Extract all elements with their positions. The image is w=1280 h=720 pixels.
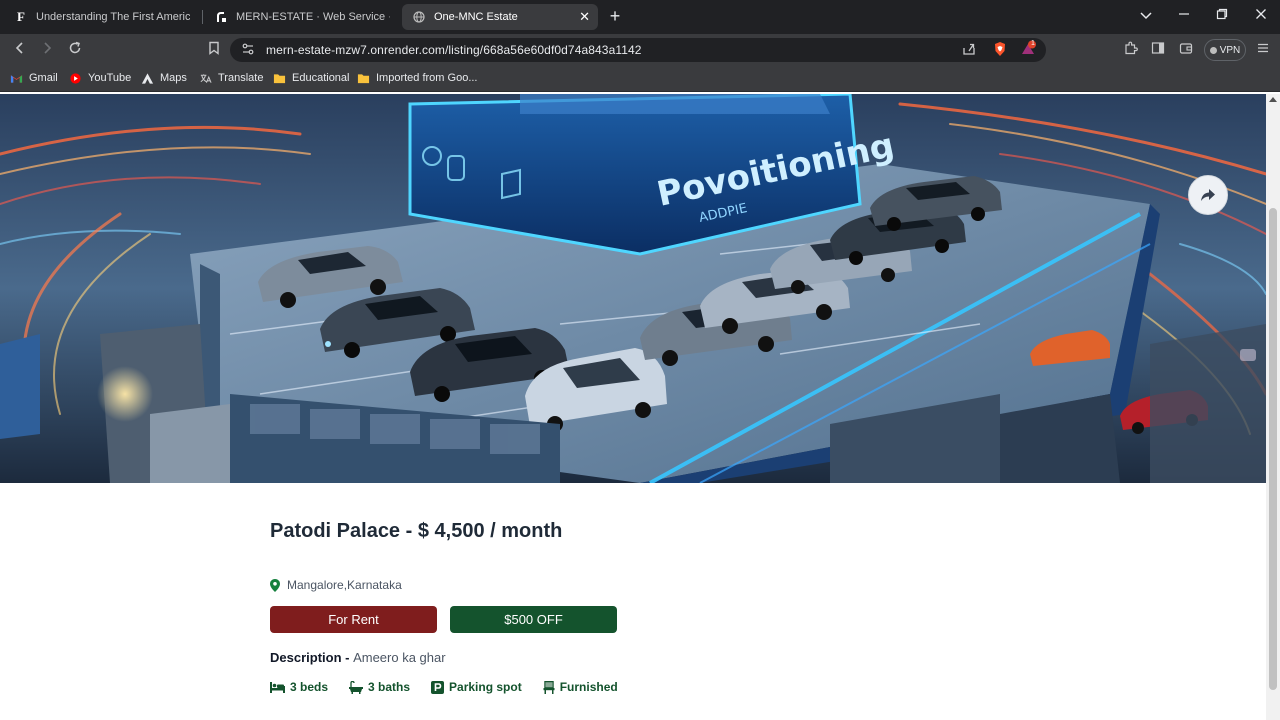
tab-search-chevron-icon[interactable] (1138, 8, 1154, 23)
location-pin-icon (270, 578, 280, 592)
feature-label: 3 beds (290, 680, 329, 694)
render-favicon-icon (214, 10, 228, 24)
forward-button[interactable] (38, 41, 56, 60)
bookmarks-bar: Gmail YouTube Maps Translate Educational… (0, 66, 1280, 92)
page-scrollbar[interactable] (1266, 94, 1280, 720)
feature-parking: Parking spot (431, 680, 522, 694)
sidebar-toggle-icon[interactable] (1149, 41, 1167, 60)
tab-title: One-MNC Estate (434, 11, 518, 23)
tab-first-american[interactable]: F Understanding The First American Fi (4, 4, 200, 30)
bookmark-label: Imported from Goo... (376, 72, 478, 84)
brave-shields-icon[interactable] (992, 41, 1008, 60)
feature-label: 3 baths (368, 680, 411, 694)
parking-garage-illustration: Povoitioning ADDPIE (0, 94, 1266, 483)
close-tab-icon[interactable]: ✕ (579, 9, 590, 25)
translate-icon (200, 73, 212, 83)
tab-mern-estate-render[interactable]: MERN-ESTATE · Web Service · Rend (204, 4, 400, 30)
chair-icon (543, 680, 555, 694)
vpn-label: VPN (1219, 44, 1241, 56)
bookmark-icon[interactable] (205, 41, 223, 60)
feature-label: Furnished (559, 680, 618, 694)
bookmark-label: Translate (218, 72, 264, 84)
scrollbar-thumb[interactable] (1269, 208, 1277, 690)
bed-icon (270, 681, 285, 693)
bookmark-label: Maps (160, 72, 187, 84)
back-button[interactable] (11, 41, 29, 60)
reload-button[interactable] (66, 41, 84, 60)
description-label: Description - (270, 650, 354, 665)
share-page-icon[interactable] (962, 42, 976, 59)
tab-one-mnc-estate[interactable]: One-MNC Estate ✕ (402, 4, 598, 30)
listing-features: 3 beds 3 baths Parking spot Furnished (270, 680, 639, 694)
description-text: Ameero ka ghar (353, 650, 446, 665)
feature-furnished: Furnished (543, 680, 618, 694)
bookmark-gmail[interactable]: Gmail (10, 72, 58, 84)
site-settings-icon[interactable] (241, 42, 255, 59)
tab-title: MERN-ESTATE · Web Service · Rend (236, 11, 390, 23)
listing-hero-image: Povoitioning ADDPIE (0, 94, 1266, 483)
bookmark-label: YouTube (88, 72, 132, 84)
for-rent-badge: For Rent (270, 606, 437, 633)
feature-baths: 3 baths (349, 680, 410, 694)
feature-beds: 3 beds (270, 680, 328, 694)
minimize-window-button[interactable] (1176, 8, 1192, 23)
new-tab-button[interactable]: + (606, 7, 624, 25)
bookmark-educational[interactable]: Educational (273, 72, 350, 84)
scroll-up-arrow-icon[interactable] (1269, 97, 1277, 102)
bookmark-label: Gmail (29, 72, 58, 84)
listing-page: Povoitioning ADDPIE Patodi Palace - $ 4,… (0, 94, 1266, 720)
discount-badge: $500 OFF (450, 606, 617, 633)
vpn-button[interactable]: VPN (1204, 39, 1246, 61)
bookmark-translate[interactable]: Translate (199, 72, 263, 84)
listing-description: Description - Ameero ka ghar (270, 650, 446, 665)
wallet-icon[interactable] (1177, 41, 1195, 60)
bookmark-label: Educational (292, 72, 350, 84)
restore-window-button[interactable] (1214, 8, 1230, 23)
listing-address: Mangalore,Karnataka (270, 578, 402, 592)
bath-icon (349, 680, 364, 694)
globe-icon (412, 10, 426, 24)
bookmark-youtube[interactable]: YouTube (69, 72, 131, 84)
close-window-button[interactable] (1253, 8, 1269, 23)
feature-label: Parking spot (449, 680, 522, 694)
tab-strip: F Understanding The First American Fi ME… (0, 0, 1280, 34)
listing-title: Patodi Palace - $ 4,500 / month (270, 520, 563, 542)
tab-separator (202, 10, 203, 24)
address-text: Mangalore,Karnataka (287, 578, 402, 592)
tab-title: Understanding The First American Fi (36, 11, 190, 23)
menu-icon[interactable] (1254, 41, 1272, 60)
vpn-status-dot-icon (1209, 46, 1217, 54)
extensions-icon[interactable] (1122, 41, 1140, 60)
notification-count: 1 (1031, 40, 1035, 47)
gmail-icon (10, 74, 23, 83)
folder-icon (273, 73, 286, 83)
address-bar[interactable]: mern-estate-mzw7.onrender.com/listing/66… (230, 38, 1046, 62)
browser-toolbar: mern-estate-mzw7.onrender.com/listing/66… (0, 34, 1280, 66)
brave-rewards-icon[interactable]: 1 (1020, 40, 1038, 61)
f-favicon-icon: F (17, 9, 25, 24)
share-arrow-icon (1201, 189, 1215, 201)
parking-icon (431, 680, 445, 694)
folder-icon (357, 73, 370, 83)
url-text: mern-estate-mzw7.onrender.com/listing/66… (266, 43, 642, 57)
share-button[interactable] (1188, 175, 1228, 215)
bookmark-maps[interactable]: Maps (141, 72, 187, 84)
maps-icon (141, 72, 154, 84)
youtube-icon (70, 72, 81, 84)
bookmark-imported[interactable]: Imported from Goo... (357, 72, 477, 84)
